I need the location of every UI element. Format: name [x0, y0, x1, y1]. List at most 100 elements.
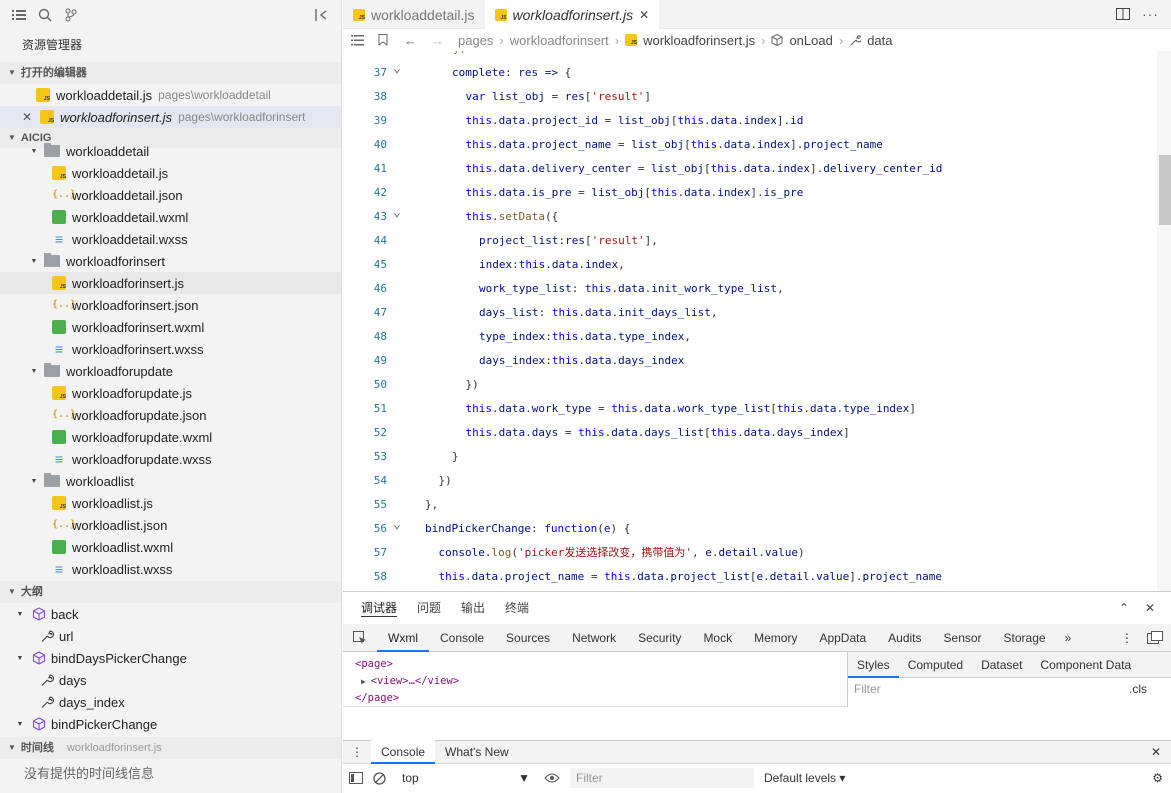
- devtools-tab[interactable]: Sources: [495, 624, 561, 652]
- chevron-up-icon[interactable]: ⌃: [1119, 601, 1129, 615]
- panel-tab[interactable]: 问题: [417, 599, 441, 617]
- wxml-node[interactable]: </page>: [355, 690, 834, 707]
- more-tabs-icon[interactable]: »: [1057, 631, 1080, 645]
- drawer-tab[interactable]: Console: [371, 740, 436, 764]
- file-item[interactable]: workloadforinsert.wxml: [0, 316, 341, 338]
- clear-console-icon[interactable]: [373, 771, 386, 785]
- more-actions-icon[interactable]: ···: [1142, 6, 1159, 22]
- devtools-tab[interactable]: AppData: [808, 624, 877, 652]
- file-item[interactable]: ≡ workloaddetail.wxss: [0, 228, 341, 250]
- wxml-node[interactable]: <page>: [355, 656, 834, 673]
- styles-tab[interactable]: Computed: [899, 652, 972, 678]
- open-editors-header[interactable]: ▼ 打开的编辑器: [0, 62, 341, 84]
- file-item[interactable]: workloadforupdate.wxml: [0, 426, 341, 448]
- editor-tab[interactable]: workloaddetail.js: [343, 0, 485, 29]
- open-editor-item[interactable]: ✕ workloadforinsert.js pages\workloadforin…: [0, 106, 341, 128]
- panel-tab[interactable]: 终端: [505, 599, 529, 617]
- back-arrow-icon[interactable]: ←: [404, 33, 417, 48]
- forward-arrow-icon[interactable]: →: [431, 33, 444, 48]
- outline-item[interactable]: days: [0, 669, 341, 691]
- code-editor[interactable]: })37⌄complete: res => {38var list_obj = …: [343, 51, 1155, 591]
- undock-icon[interactable]: [1147, 630, 1163, 645]
- file-item[interactable]: workloadlist.js: [0, 492, 341, 514]
- context-select[interactable]: top ▼: [396, 768, 534, 788]
- folder-item[interactable]: ▼ workloadlist: [0, 470, 341, 492]
- close-icon[interactable]: ✕: [22, 110, 32, 124]
- timeline-header[interactable]: ▼ 时间线 workloadforinsert.js: [0, 737, 341, 759]
- styles-tab[interactable]: Dataset: [972, 652, 1031, 678]
- outline-item[interactable]: ▼ bindPickerChange: [0, 713, 341, 735]
- editor-scrollbar[interactable]: [1157, 51, 1171, 591]
- file-item[interactable]: workloaddetail.js: [0, 162, 341, 184]
- cls-button[interactable]: .cls: [1129, 682, 1147, 696]
- breadcrumb-property[interactable]: data: [867, 33, 892, 48]
- panel-tab[interactable]: 输出: [461, 599, 485, 617]
- eye-icon[interactable]: [544, 773, 560, 783]
- collapse-sidebar-icon[interactable]: [311, 4, 333, 26]
- devtools-tab[interactable]: Mock: [692, 624, 743, 652]
- devtools-tab[interactable]: Audits: [877, 624, 932, 652]
- drawer-menu-icon[interactable]: ⋮: [343, 745, 371, 759]
- wxml-tree[interactable]: <page> ▶ <view>…</view> </page>: [343, 652, 846, 707]
- settings-gear-icon[interactable]: ⚙: [1152, 771, 1171, 785]
- folder-item[interactable]: ▼ workloadforinsert: [0, 250, 341, 272]
- breadcrumb-pages[interactable]: pages: [458, 33, 493, 48]
- source-control-icon[interactable]: [60, 4, 82, 26]
- file-item[interactable]: ≡ workloadlist.wxss: [0, 558, 341, 580]
- file-item[interactable]: workloadlist.wxml: [0, 536, 341, 558]
- scrollbar-thumb[interactable]: [1159, 155, 1171, 225]
- fold-chevron-icon[interactable]: ⌄: [393, 201, 401, 225]
- outline-item[interactable]: url: [0, 625, 341, 647]
- list-icon[interactable]: [8, 4, 30, 26]
- bookmark-icon[interactable]: [378, 34, 388, 46]
- expand-arrow-icon[interactable]: ▶: [361, 677, 371, 686]
- file-item[interactable]: {..} workloaddetail.json: [0, 184, 341, 206]
- devtools-tab[interactable]: Sensor: [933, 624, 993, 652]
- breadcrumb-method[interactable]: onLoad: [789, 33, 832, 48]
- split-editor-icon[interactable]: [1116, 8, 1130, 20]
- devtools-tab[interactable]: Storage: [993, 624, 1057, 652]
- drawer-tab[interactable]: What's New: [435, 740, 519, 764]
- file-item[interactable]: workloaddetail.wxml: [0, 206, 341, 228]
- folder-item[interactable]: ▼ workloadforupdate: [0, 360, 341, 382]
- outline-item[interactable]: ▼ back: [0, 603, 341, 625]
- styles-tab[interactable]: Component Data: [1031, 652, 1140, 678]
- outline-header[interactable]: ▼ 大纲: [0, 581, 341, 603]
- file-item[interactable]: {..} workloadforupdate.json: [0, 404, 341, 426]
- folder-item[interactable]: ▼ workloaddetail: [0, 140, 341, 162]
- fold-chevron-icon[interactable]: ⌄: [393, 57, 401, 81]
- file-item[interactable]: workloadforupdate.js: [0, 382, 341, 404]
- devtools-tab[interactable]: Console: [429, 624, 495, 652]
- close-drawer-icon[interactable]: ✕: [1151, 745, 1171, 759]
- file-item[interactable]: {..} workloadforinsert.json: [0, 294, 341, 316]
- devtools-tab[interactable]: Memory: [743, 624, 808, 652]
- fold-chevron-icon[interactable]: ⌄: [393, 513, 401, 537]
- search-icon[interactable]: [34, 4, 56, 26]
- file-item[interactable]: ≡ workloadforinsert.wxss: [0, 338, 341, 360]
- devtools-tab[interactable]: Network: [561, 624, 627, 652]
- breadcrumb-file[interactable]: workloadforinsert.js: [643, 33, 755, 48]
- toc-icon[interactable]: [351, 34, 364, 46]
- inspect-icon[interactable]: [343, 630, 377, 645]
- close-icon[interactable]: ✕: [1145, 601, 1155, 615]
- editor-tab[interactable]: workloadforinsert.js ✕: [484, 0, 660, 29]
- file-item[interactable]: ≡ workloadforupdate.wxss: [0, 448, 341, 470]
- outline-item[interactable]: days_index: [0, 691, 341, 713]
- tree-item-label: workloaddetail.json: [72, 187, 183, 203]
- styles-filter[interactable]: Filter .cls: [848, 678, 1171, 700]
- devtools-tab[interactable]: Security: [627, 624, 692, 652]
- sidebar-toggle-icon[interactable]: [349, 772, 363, 784]
- close-tab-icon[interactable]: ✕: [639, 8, 649, 22]
- file-item[interactable]: workloadforinsert.js: [0, 272, 341, 294]
- outline-item[interactable]: ▼ bindDaysPickerChange: [0, 647, 341, 669]
- breadcrumb-folder[interactable]: workloadforinsert: [510, 33, 609, 48]
- wxml-node[interactable]: ▶ <view>…</view>: [355, 673, 834, 690]
- panel-tab[interactable]: 调试器: [361, 599, 398, 617]
- console-filter-input[interactable]: Filter: [570, 768, 754, 788]
- file-item[interactable]: {..} workloadlist.json: [0, 514, 341, 536]
- devtools-tab[interactable]: Wxml: [377, 624, 429, 652]
- log-levels-select[interactable]: Default levels ▾: [764, 771, 845, 785]
- kebab-menu-icon[interactable]: ⋮: [1121, 631, 1133, 645]
- open-editor-item[interactable]: workloaddetail.js pages\workloaddetail: [0, 84, 341, 106]
- styles-tab[interactable]: Styles: [848, 652, 899, 678]
